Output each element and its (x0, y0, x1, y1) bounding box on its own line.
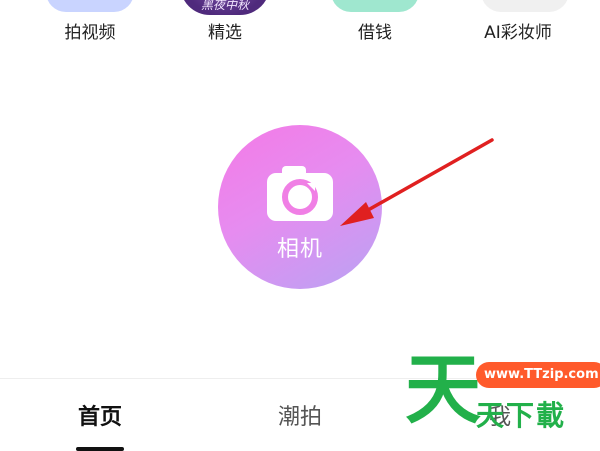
shortcut-label: 借钱 (358, 23, 392, 43)
watermark-url: www.TTzip.com (476, 362, 600, 388)
watermark-big-char: 天 (405, 345, 481, 434)
featured-tile-text: 黑夜中秋 (200, 0, 249, 12)
annotation-arrow (340, 138, 494, 226)
shortcut-ai-makeup[interactable]: AI彩妆师 (453, 0, 583, 50)
shortcut-label: 拍视频 (64, 23, 116, 43)
shortcut-video[interactable]: 拍视频 (25, 0, 155, 50)
shortcut-featured[interactable]: 黑夜中秋 精选 (160, 0, 290, 50)
ai-makeup-icon (481, 0, 569, 12)
shortcut-loan[interactable]: 借钱 (310, 0, 440, 50)
tab-trend-shoot[interactable]: 潮拍 (240, 399, 360, 439)
camera-icon (267, 166, 333, 221)
camera-label: 相机 (276, 237, 323, 262)
loan-shortcut-icon (331, 0, 419, 12)
active-tab-indicator (76, 447, 124, 451)
shortcut-label: 精选 (208, 23, 242, 43)
watermark-text: 天下載 (476, 399, 567, 432)
watermark-logo: 天 www.TTzip.com 天下載 (400, 350, 600, 450)
video-shortcut-icon (46, 0, 134, 12)
shortcut-row: 拍视频 黑夜中秋 精选 借钱 AI彩妆师 (0, 0, 600, 50)
tab-home[interactable]: 首页 (40, 399, 160, 439)
shortcut-label: AI彩妆师 (484, 23, 552, 43)
